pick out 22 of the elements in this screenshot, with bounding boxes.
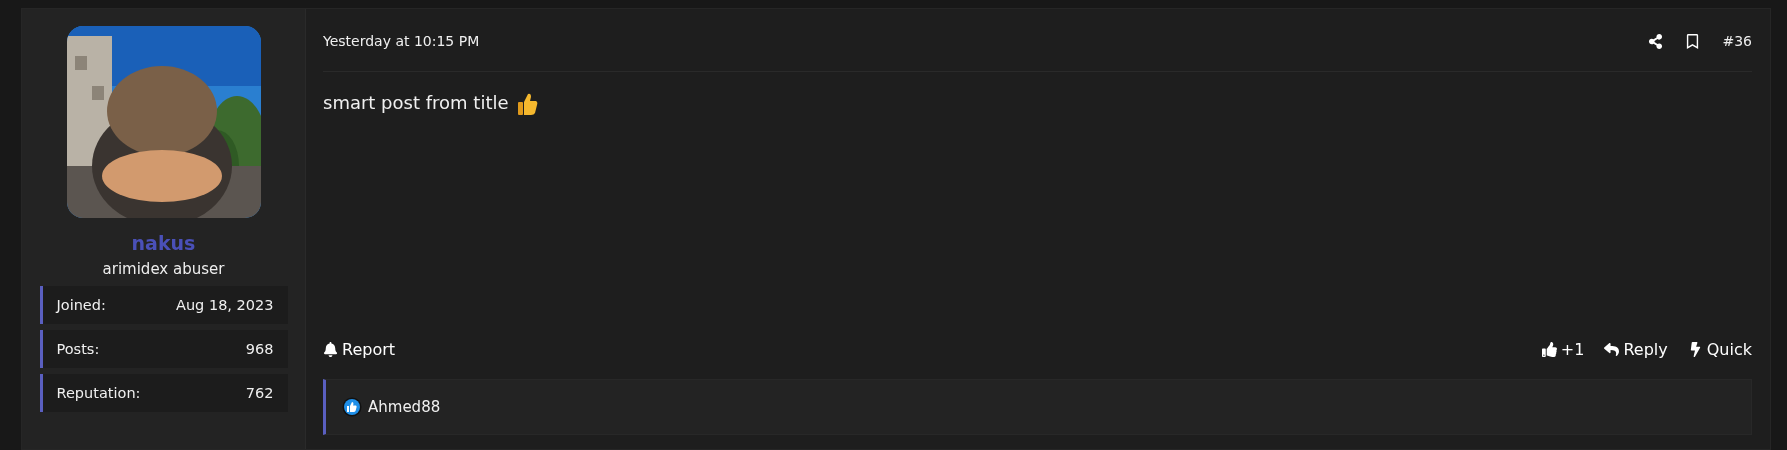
stat-label: Posts: — [56, 341, 100, 357]
user-title: arimidex abuser — [102, 260, 225, 278]
stat-value: Aug 18, 2023 — [176, 297, 274, 313]
quick-link[interactable]: Quick — [1687, 339, 1752, 359]
post-timestamp[interactable]: Yesterday at 10:15 PM — [323, 33, 480, 49]
reply-icon — [1604, 341, 1620, 357]
bell-icon — [323, 341, 338, 357]
stat-value: 762 — [245, 385, 274, 401]
post-text: smart post from title — [323, 92, 509, 113]
like-link[interactable]: +1 — [1541, 339, 1585, 359]
share-icon[interactable] — [1648, 33, 1664, 49]
thumbs-up-icon — [1541, 341, 1557, 357]
stat-value: 968 — [245, 341, 274, 357]
reply-link[interactable]: Reply — [1604, 339, 1668, 359]
bookmark-icon[interactable] — [1685, 33, 1701, 49]
stat-label: Joined: — [56, 297, 106, 313]
reactor-link[interactable]: Ahmed88 — [368, 398, 441, 416]
post-number-link[interactable]: #36 — [1722, 33, 1752, 49]
thumbs-up-icon — [516, 92, 539, 116]
like-reaction-icon — [342, 397, 362, 417]
report-link[interactable]: Report — [323, 339, 396, 359]
stat-label: Reputation: — [56, 385, 141, 401]
